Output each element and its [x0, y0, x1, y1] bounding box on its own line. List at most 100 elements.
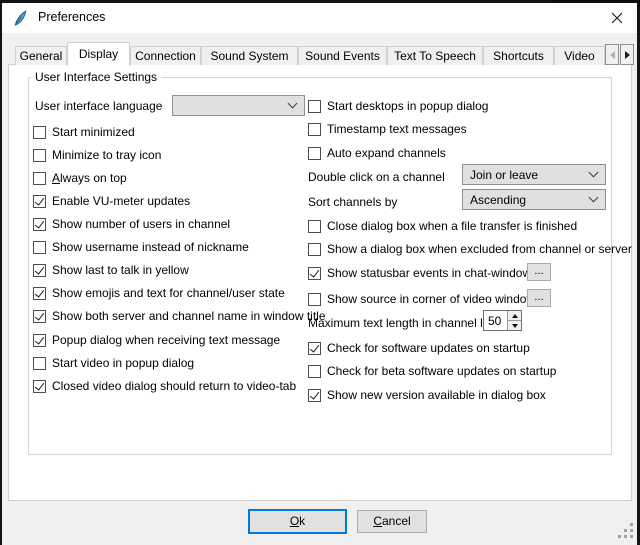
tab-display[interactable]: Display	[67, 42, 130, 66]
checkbox-label: Show statusbar events in chat-window	[327, 266, 531, 280]
checkbox-label: Show username instead of nickname	[52, 240, 249, 254]
checkbox-row-server-channel-title[interactable]: Show both server and channel name in win…	[33, 308, 326, 324]
checkbox	[308, 147, 321, 160]
checkbox	[308, 243, 321, 256]
checkbox-label: Auto expand channels	[327, 146, 446, 160]
tab-text-to-speech[interactable]: Text To Speech	[387, 46, 483, 65]
triangle-up-icon	[512, 314, 518, 318]
triangle-down-icon	[512, 324, 518, 328]
checkbox-row-popup-text-message[interactable]: Popup dialog when receiving text message	[33, 332, 280, 348]
tab-video[interactable]: Video	[554, 46, 605, 65]
spin-up-button[interactable]	[508, 311, 521, 321]
sort-channels-value: Ascending	[470, 193, 526, 207]
checkbox-label: Enable VU-meter updates	[52, 194, 190, 208]
checkbox	[308, 389, 321, 402]
chevron-right-icon	[625, 51, 630, 59]
checkbox-row-start-minimized[interactable]: Start minimized	[33, 124, 135, 140]
language-label-row: User interface language	[35, 98, 162, 114]
checkbox-label: Show last to talk in yellow	[52, 263, 189, 277]
double-click-label: Double click on a channel	[308, 170, 445, 184]
checkbox-row-desktops-popup[interactable]: Start desktops in popup dialog	[308, 98, 488, 114]
ok-button-label: Ok	[290, 511, 305, 532]
spin-down-button[interactable]	[508, 321, 521, 330]
checkbox	[33, 126, 46, 139]
checkbox	[308, 342, 321, 355]
checkbox	[33, 149, 46, 162]
checkbox-row-beta-updates[interactable]: Check for beta software updates on start…	[308, 363, 556, 379]
tab-sound-events[interactable]: Sound Events	[298, 46, 387, 65]
checkbox-row-closed-video[interactable]: Closed video dialog should return to vid…	[33, 378, 296, 394]
max-text-spinner[interactable]: 50	[483, 310, 522, 331]
checkbox-row-vu-meter[interactable]: Enable VU-meter updates	[33, 193, 190, 209]
checkbox	[308, 220, 321, 233]
window-title: Preferences	[38, 10, 105, 24]
checkbox-row-video-popup[interactable]: Start video in popup dialog	[33, 355, 194, 371]
checkbox-row-video-source-corner[interactable]: Show source in corner of video window	[308, 291, 535, 307]
cancel-button[interactable]: Cancel	[357, 510, 427, 533]
chevron-down-icon	[288, 99, 298, 109]
chevron-left-icon	[610, 51, 615, 59]
tab-shortcuts[interactable]: Shortcuts	[483, 46, 554, 65]
checkbox-row-auto-expand[interactable]: Auto expand channels	[308, 145, 446, 161]
ok-button[interactable]: Ok	[248, 509, 347, 534]
checkbox-row-minimize-tray[interactable]: Minimize to tray icon	[33, 147, 161, 163]
checkbox-row-software-updates[interactable]: Check for software updates on startup	[308, 340, 530, 356]
checkbox-label: Show source in corner of video window	[327, 292, 535, 306]
chevron-down-icon	[589, 193, 599, 203]
checkbox-label: Popup dialog when receiving text message	[52, 333, 280, 347]
checkbox	[308, 123, 321, 136]
checkbox	[33, 241, 46, 254]
double-click-select[interactable]: Join or leave	[462, 164, 606, 185]
tab-sound-system[interactable]: Sound System	[201, 46, 298, 65]
tab-scroll-right-button[interactable]	[620, 44, 634, 65]
double-click-label-row: Double click on a channel	[308, 169, 445, 185]
close-button[interactable]	[600, 3, 634, 32]
checkbox-row-always-on-top[interactable]: Always on top	[33, 170, 127, 186]
checkbox-label: Show both server and channel name in win…	[52, 309, 326, 323]
checkbox-row-username-nickname[interactable]: Show username instead of nickname	[33, 239, 249, 255]
checkbox-label: Check for software updates on startup	[327, 341, 530, 355]
max-text-label-row: Maximum text length in channel list	[308, 315, 495, 331]
checkbox	[308, 293, 321, 306]
checkbox-label: Show number of users in channel	[52, 217, 230, 231]
screen: Preferences User Interface Settings Gene…	[0, 0, 640, 545]
checkbox	[308, 100, 321, 113]
checkbox	[33, 172, 46, 185]
checkbox-label: Closed video dialog should return to vid…	[52, 379, 296, 393]
language-select[interactable]	[172, 95, 305, 116]
group-box-title: User Interface Settings	[31, 70, 161, 84]
tab-scroll-left-button[interactable]	[605, 44, 619, 65]
sort-channels-label-row: Sort channels by	[308, 194, 397, 210]
checkbox-row-close-file-transfer[interactable]: Close dialog box when a file transfer is…	[308, 218, 577, 234]
checkbox	[33, 380, 46, 393]
checkbox-label: Start desktops in popup dialog	[327, 99, 488, 113]
close-icon	[611, 12, 623, 24]
checkbox	[33, 195, 46, 208]
sort-channels-select[interactable]: Ascending	[462, 189, 606, 210]
video-source-more-button[interactable]: ...	[527, 289, 551, 307]
checkbox-row-timestamp[interactable]: Timestamp text messages	[308, 121, 467, 137]
checkbox-row-statusbar-events[interactable]: Show statusbar events in chat-window	[308, 265, 531, 281]
tab-connection[interactable]: Connection	[130, 46, 201, 65]
checkbox-label: Always on top	[52, 171, 127, 185]
checkbox-row-last-to-talk[interactable]: Show last to talk in yellow	[33, 262, 189, 278]
language-label: User interface language	[35, 99, 162, 113]
checkbox-row-excluded-dialog[interactable]: Show a dialog box when excluded from cha…	[308, 241, 632, 257]
chevron-down-icon	[589, 168, 599, 178]
checkbox	[33, 310, 46, 323]
checkbox	[33, 287, 46, 300]
tab-general[interactable]: General	[15, 46, 67, 65]
checkbox-row-new-version-dialog[interactable]: Show new version available in dialog box	[308, 387, 546, 403]
checkbox-row-emojis[interactable]: Show emojis and text for channel/user st…	[33, 285, 285, 301]
checkbox-label: Show new version available in dialog box	[327, 388, 546, 402]
checkbox-row-number-users[interactable]: Show number of users in channel	[33, 216, 230, 232]
checkbox	[33, 218, 46, 231]
checkbox-label: Start video in popup dialog	[52, 356, 194, 370]
double-click-value: Join or leave	[470, 168, 538, 182]
checkbox	[308, 267, 321, 280]
max-text-label: Maximum text length in channel list	[308, 316, 495, 330]
checkbox-label: Start minimized	[52, 125, 135, 139]
sort-channels-label: Sort channels by	[308, 195, 397, 209]
statusbar-events-more-button[interactable]: ...	[527, 263, 551, 281]
checkbox-label: Show emojis and text for channel/user st…	[52, 286, 285, 300]
